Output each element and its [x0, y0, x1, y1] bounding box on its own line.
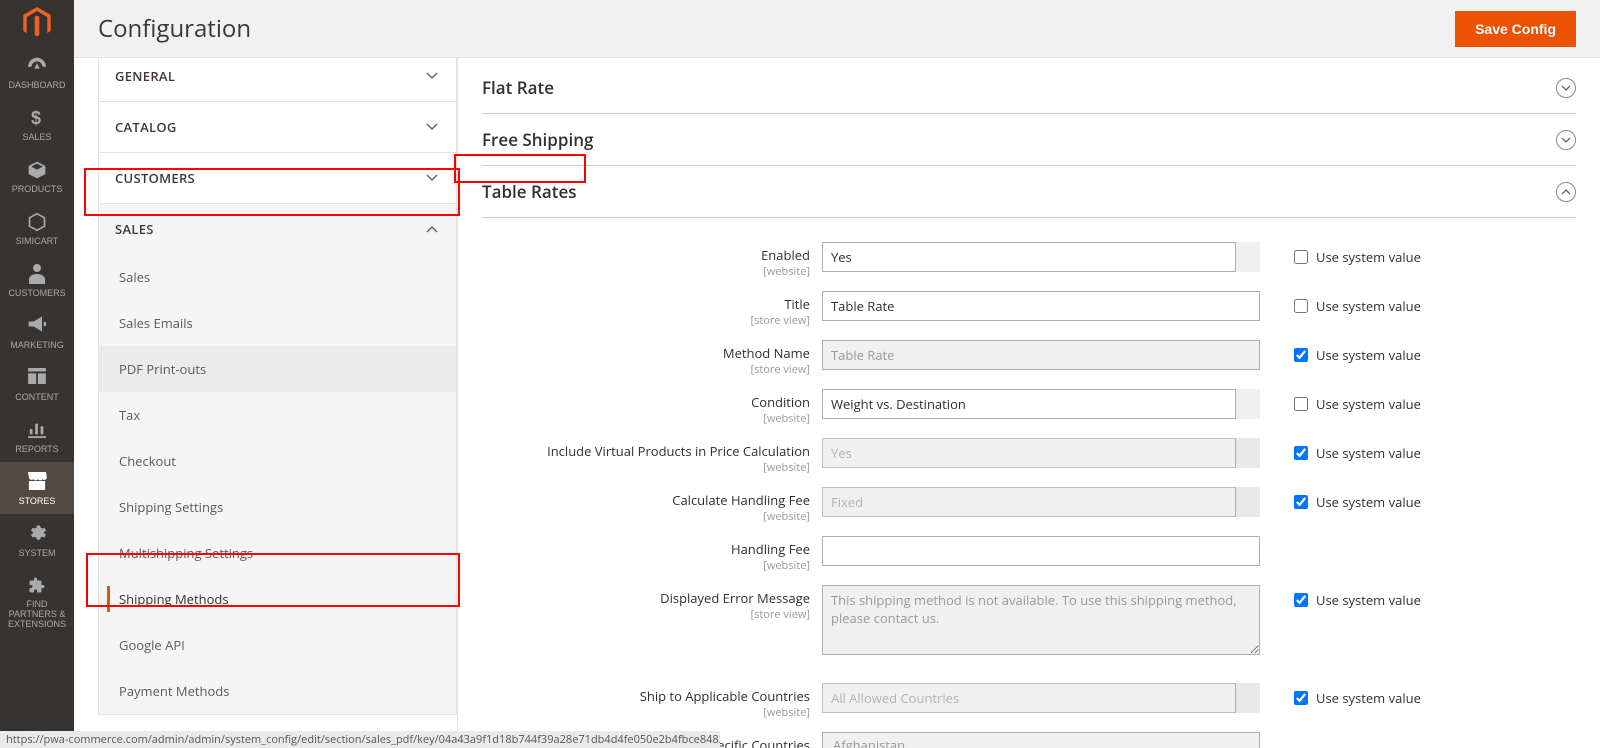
- checkbox-method-name-use-system[interactable]: [1294, 348, 1308, 362]
- nav-content[interactable]: CONTENT: [0, 358, 74, 410]
- checkbox-enabled-use-system[interactable]: [1294, 250, 1308, 264]
- puzzle-icon: [28, 576, 46, 596]
- config-subitem-google-api[interactable]: Google API: [99, 622, 456, 668]
- section-table-rates[interactable]: Table Rates: [482, 166, 1576, 218]
- person-icon: [29, 264, 45, 284]
- section-table-rates-body: Enabled[website] Yes Use system value Ti…: [482, 218, 1576, 748]
- megaphone-icon: [27, 316, 47, 336]
- select-enabled[interactable]: Yes: [822, 242, 1260, 272]
- config-subitem-payment-methods[interactable]: Payment Methods: [99, 668, 456, 714]
- checkbox-applicable-countries-use-system[interactable]: [1294, 691, 1308, 705]
- nav-marketing[interactable]: MARKETING: [0, 306, 74, 358]
- svg-text:$: $: [31, 108, 41, 128]
- config-subitem-shipping-settings[interactable]: Shipping Settings: [99, 484, 456, 530]
- config-subitem-pdf-printouts[interactable]: PDF Print-outs: [99, 346, 456, 392]
- config-tab-catalog[interactable]: CATALOG: [99, 102, 456, 152]
- nav-products[interactable]: PRODUCTS: [0, 150, 74, 202]
- section-flat-rate[interactable]: Flat Rate: [482, 62, 1576, 114]
- config-tab-customers[interactable]: CUSTOMERS: [99, 153, 456, 203]
- config-subitem-shipping-methods[interactable]: Shipping Methods: [99, 576, 456, 622]
- gear-icon: [28, 524, 46, 544]
- gauge-icon: [26, 56, 48, 76]
- input-method-name: [822, 340, 1260, 370]
- config-subitem-checkout[interactable]: Checkout: [99, 438, 456, 484]
- config-subitem-tax[interactable]: Tax: [99, 392, 456, 438]
- checkbox-include-virtual-use-system[interactable]: [1294, 446, 1308, 460]
- nav-simicart[interactable]: SIMICART: [0, 202, 74, 254]
- label-handling-fee: Handling Fee: [731, 540, 810, 558]
- label-method-name: Method Name: [723, 344, 810, 362]
- nav-dashboard[interactable]: DASHBOARD: [0, 46, 74, 98]
- page-title: Configuration: [98, 12, 251, 45]
- collapse-icon: [1556, 182, 1576, 202]
- bar-chart-icon: [28, 420, 46, 440]
- multiselect-specific-countries: Afghanistan Åland Islands: [822, 732, 1260, 748]
- expand-icon: [1556, 78, 1576, 98]
- chevron-down-icon: [426, 123, 438, 131]
- label-condition: Condition: [751, 393, 810, 411]
- config-tab-general[interactable]: GENERAL: [99, 58, 456, 101]
- config-subitem-sales[interactable]: Sales: [99, 254, 456, 300]
- layout-icon: [28, 368, 46, 388]
- chevron-up-icon: [426, 225, 438, 233]
- input-title[interactable]: [822, 291, 1260, 321]
- checkbox-condition-use-system[interactable]: [1294, 397, 1308, 411]
- select-condition[interactable]: Weight vs. Destination: [822, 389, 1260, 419]
- top-header: Configuration Save Config: [74, 0, 1600, 58]
- label-enabled: Enabled: [761, 246, 810, 264]
- checkbox-handling-type-use-system[interactable]: [1294, 495, 1308, 509]
- label-applicable-countries: Ship to Applicable Countries: [640, 687, 810, 705]
- select-handling-type: Fixed: [822, 487, 1260, 517]
- select-applicable-countries: All Allowed Countries: [822, 683, 1260, 713]
- label-include-virtual: Include Virtual Products in Price Calcul…: [547, 442, 810, 460]
- config-subitem-sales-emails[interactable]: Sales Emails: [99, 300, 456, 346]
- config-tabs-sidebar: GENERAL CATALOG CUSTOMERS SALES Sales Sa…: [98, 58, 458, 748]
- section-free-shipping[interactable]: Free Shipping: [482, 114, 1576, 166]
- checkbox-title-use-system[interactable]: [1294, 299, 1308, 313]
- nav-stores[interactable]: STORES: [0, 462, 74, 514]
- checkbox-error-msg-use-system[interactable]: [1294, 593, 1308, 607]
- input-handling-fee[interactable]: [822, 536, 1260, 566]
- nav-partners[interactable]: FIND PARTNERS & EXTENSIONS: [0, 566, 74, 638]
- nav-reports[interactable]: REPORTS: [0, 410, 74, 462]
- config-tab-sales[interactable]: SALES: [99, 204, 456, 254]
- label-title: Title: [784, 295, 810, 313]
- label-handling-type: Calculate Handling Fee: [672, 491, 810, 509]
- select-include-virtual: Yes: [822, 438, 1260, 468]
- browser-status-bar: https://pwa-commerce.com/admin/admin/sys…: [0, 731, 720, 748]
- config-form-panel: Flat Rate Free Shipping Table Rates Enab…: [458, 58, 1600, 748]
- label-error-msg: Displayed Error Message: [660, 589, 810, 607]
- magento-logo-icon[interactable]: [0, 0, 74, 46]
- box-icon: [27, 160, 47, 180]
- chevron-down-icon: [426, 174, 438, 182]
- config-subitem-multishipping-settings[interactable]: Multishipping Settings: [99, 530, 456, 576]
- nav-sales[interactable]: $SALES: [0, 98, 74, 150]
- dollar-icon: $: [30, 108, 44, 128]
- nav-customers[interactable]: CUSTOMERS: [0, 254, 74, 306]
- expand-icon: [1556, 130, 1576, 150]
- textarea-error-msg: This shipping method is not available. T…: [822, 585, 1260, 655]
- nav-system[interactable]: SYSTEM: [0, 514, 74, 566]
- storefront-icon: [27, 472, 47, 492]
- chevron-down-icon: [426, 72, 438, 80]
- admin-sidebar: DASHBOARD $SALES PRODUCTS SIMICART CUSTO…: [0, 0, 74, 748]
- hexagon-icon: [27, 212, 47, 232]
- save-config-button[interactable]: Save Config: [1455, 11, 1576, 47]
